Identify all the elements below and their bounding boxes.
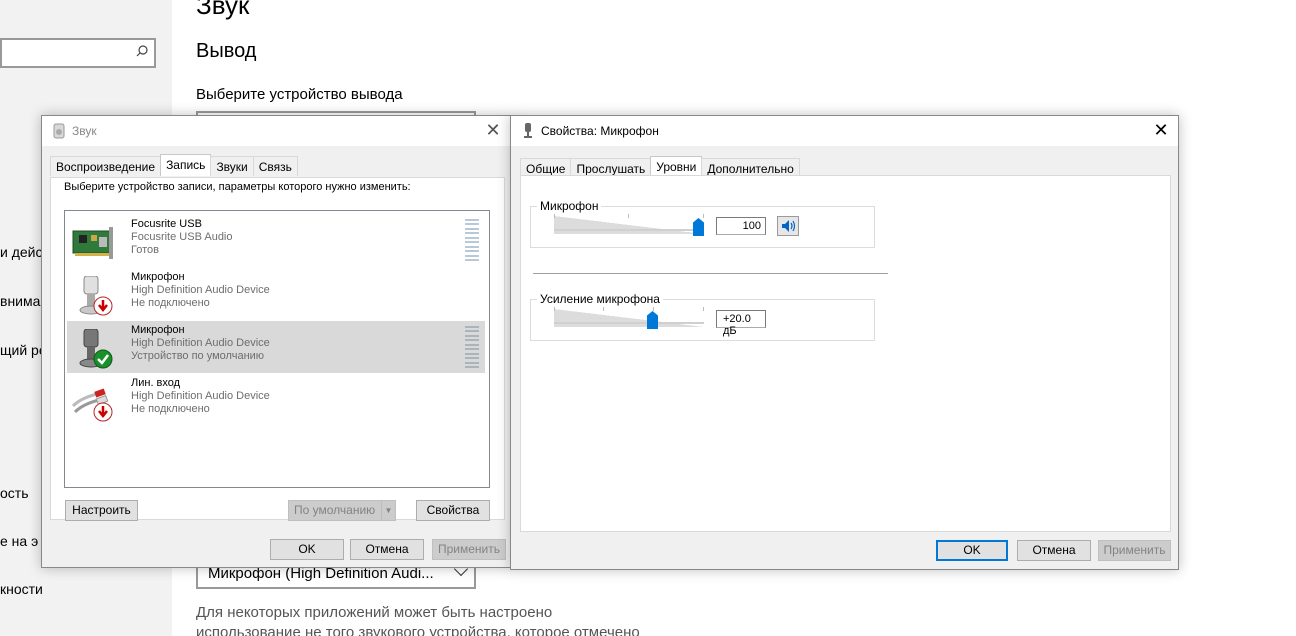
device-list[interactable]: Focusrite USB Focusrite USB Audio Готов …	[64, 210, 490, 488]
device-status: Не подключено	[131, 297, 210, 309]
settings-nav-item[interactable]: щий ре	[0, 342, 47, 358]
configure-button[interactable]: Настроить	[65, 500, 138, 521]
speaker-icon	[53, 123, 65, 139]
sound-card-icon	[72, 227, 113, 259]
close-icon[interactable]: ✕	[484, 121, 502, 139]
settings-note: Для некоторых приложений может быть наст…	[196, 603, 640, 636]
mic-level-value[interactable]: 100	[716, 217, 766, 235]
set-default-label: По умолчанию	[294, 503, 376, 517]
ok-button[interactable]: OK	[936, 540, 1008, 561]
level-meter	[465, 219, 479, 261]
sound-dialog-title: Звук	[72, 124, 97, 138]
recording-panel: Выберите устройство записи, параметры ко…	[50, 177, 505, 521]
close-icon[interactable]: ✕	[1152, 121, 1170, 139]
device-name: Focusrite USB	[131, 218, 202, 230]
apply-button[interactable]: Применить	[432, 539, 506, 560]
list-item[interactable]: Микрофон High Definition Audio Device Не…	[67, 268, 485, 320]
settings-search-input[interactable]	[0, 38, 156, 68]
mic-properties-dialog: Свойства: Микрофон ✕ Общие Прослушать Ур…	[510, 115, 1179, 570]
device-name: Лин. вход	[131, 377, 181, 389]
slider-tick	[628, 214, 629, 218]
mic-boost-group: Усиление микрофона +20.0 дБ	[530, 292, 875, 341]
output-device-label: Выберите устройство вывода	[196, 86, 403, 103]
device-status: Готов	[131, 244, 159, 256]
separator	[533, 273, 888, 274]
device-description: High Definition Audio Device	[131, 337, 270, 349]
cancel-button[interactable]: Отмена	[350, 539, 424, 560]
slider-tick	[603, 307, 604, 311]
settings-note-line: Для некоторых приложений может быть наст…	[196, 604, 553, 621]
device-name: Микрофон	[131, 324, 185, 336]
mic-level-group: Микрофон 100	[530, 199, 875, 248]
apply-button[interactable]: Применить	[1098, 540, 1171, 561]
tab-playback[interactable]: Воспроизведение	[50, 156, 162, 176]
slider-track-line	[554, 322, 704, 324]
device-description: High Definition Audio Device	[131, 284, 270, 296]
output-section-heading: Вывод	[196, 40, 257, 62]
device-status: Устройство по умолчанию	[131, 350, 265, 362]
mic-boost-label: Усиление микрофона	[537, 292, 663, 306]
slider-tick	[703, 307, 704, 311]
props-dialog-title: Свойства: Микрофон	[541, 124, 659, 138]
device-description: High Definition Audio Device	[131, 390, 270, 402]
device-name: Микрофон	[131, 271, 185, 283]
device-status: Не подключено	[131, 403, 210, 415]
sound-tabs: Воспроизведение Запись Звуки Связь	[50, 154, 298, 176]
settings-nav-item[interactable]: е на э	[0, 533, 38, 549]
list-item[interactable]: Лин. вход High Definition Audio Device Н…	[67, 374, 485, 426]
mic-boost-value: +20.0 дБ	[716, 310, 766, 337]
sound-dialog-titlebar: Звук ✕	[42, 116, 510, 146]
settings-note-line: использование не того звукового устройст…	[196, 624, 640, 636]
list-item[interactable]: Focusrite USB Focusrite USB Audio Готов	[67, 215, 485, 267]
slider-wedge	[554, 216, 704, 234]
mute-toggle-button[interactable]	[777, 216, 799, 236]
microphone-icon	[524, 123, 532, 138]
properties-button[interactable]: Свойства	[416, 500, 490, 521]
props-dialog-titlebar: Свойства: Микрофон ✕	[511, 116, 1178, 146]
settings-nav-item[interactable]: кности	[0, 581, 43, 597]
mic-level-label: Микрофон	[537, 199, 602, 213]
microphone-default-icon	[79, 329, 113, 369]
list-item[interactable]: Микрофон High Definition Audio Device Ус…	[67, 321, 485, 373]
tab-recording[interactable]: Запись	[160, 154, 212, 176]
slider-tick	[703, 214, 704, 218]
slider-tick	[554, 307, 555, 311]
slider-tick	[554, 214, 555, 218]
sound-dialog: Звук ✕ Воспроизведение Запись Звуки Связ…	[41, 115, 511, 568]
cancel-button[interactable]: Отмена	[1017, 540, 1091, 561]
device-description: Focusrite USB Audio	[131, 231, 233, 243]
set-default-button[interactable]: По умолчанию ▼	[288, 500, 396, 521]
slider-track-line	[554, 229, 704, 231]
tab-communications[interactable]: Связь	[252, 156, 298, 176]
recording-instruction: Выберите устройство записи, параметры ко…	[64, 181, 411, 193]
levels-panel: Микрофон 100 Усиление микрофона +20.0 дБ	[520, 175, 1171, 532]
tab-sounds[interactable]: Звуки	[210, 156, 254, 176]
level-meter	[465, 326, 479, 368]
settings-page-title: Звук	[196, 0, 250, 20]
mic-level-slider[interactable]	[554, 214, 704, 236]
speaker-icon	[782, 220, 796, 232]
microphone-disconnected-icon	[79, 276, 113, 316]
slider-wedge	[554, 309, 704, 327]
dropdown-arrow-icon[interactable]: ▼	[381, 501, 395, 520]
search-icon	[136, 45, 148, 57]
slider-tick	[653, 307, 654, 311]
line-in-disconnected-icon	[71, 388, 113, 422]
ok-button[interactable]: OK	[270, 539, 344, 560]
mic-boost-slider[interactable]	[554, 307, 704, 329]
settings-nav-item[interactable]: ость	[0, 485, 29, 501]
